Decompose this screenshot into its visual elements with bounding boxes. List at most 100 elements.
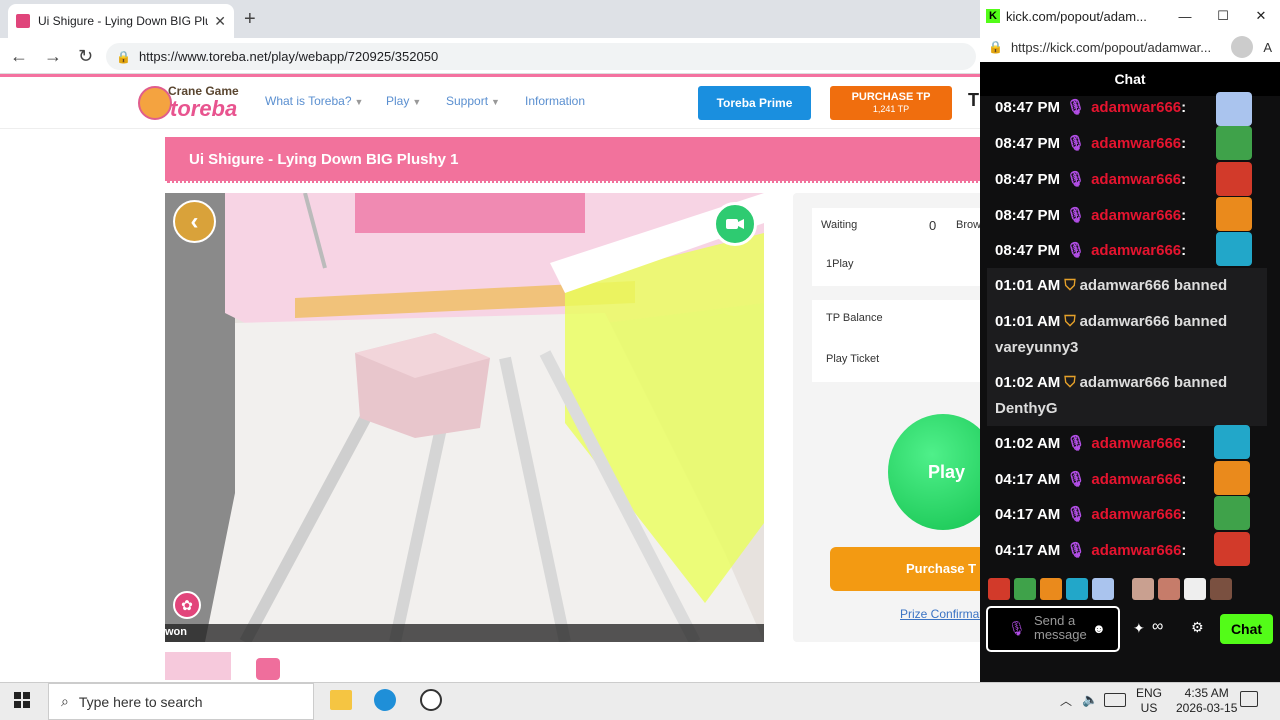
menu-support[interactable]: Support ▼ (446, 94, 500, 108)
prize-confirmation-link[interactable]: Prize Confirmati (900, 607, 985, 621)
read-aloud-icon[interactable]: A (1263, 40, 1272, 55)
chat-message: 04:17 AM 🎙 adamwar666: (995, 471, 1187, 488)
header-truncated-letter: T (968, 90, 979, 110)
purchase-tp-button[interactable]: Purchase T (830, 547, 990, 591)
back-button[interactable]: ‹ (173, 200, 216, 243)
emoji-picker-icon[interactable]: ☻ (1092, 622, 1106, 636)
chat-message: 08:47 PM 🎙 adamwar666: (995, 207, 1187, 224)
address-bar[interactable]: 🔒 https://www.toreba.net/play/webapp/720… (106, 43, 976, 70)
ban-target: vareyunny3 (995, 339, 1079, 356)
microphone-icon: 🎙 (1008, 620, 1026, 636)
chat-message: 04:17 AM 🎙 adamwar666: (995, 542, 1187, 559)
emote-icon[interactable] (1040, 578, 1062, 600)
toreba-prime-button[interactable]: Toreba Prime (698, 86, 811, 120)
emote-bar (988, 578, 1248, 604)
emote-icon[interactable] (988, 578, 1010, 600)
ban-message: 01:02 AM ⛉ adamwar666 banned (995, 374, 1228, 391)
camera-switch-button[interactable] (713, 202, 757, 246)
minimize-icon[interactable]: — (1166, 9, 1204, 24)
chat-input-placeholder: Send a message (1034, 613, 1087, 642)
microphone-badge-icon: 🎙 (1066, 471, 1086, 488)
chevron-down-icon: ▼ (412, 97, 422, 107)
chat-message: 01:02 AM 🎙 adamwar666: (995, 435, 1187, 452)
emote-icon[interactable] (1184, 578, 1206, 600)
emote-icon[interactable] (1132, 578, 1154, 600)
moderator-shield-icon: ⛉ (1064, 374, 1076, 391)
chat-header: Chat (980, 62, 1280, 96)
waiting-label: Waiting (821, 219, 858, 231)
chat-address-bar[interactable]: 🔒 https://kick.com/popout/adamwar... A (980, 32, 1280, 62)
toreba-favicon-icon (16, 14, 30, 28)
emote-icon[interactable] (1092, 578, 1114, 600)
file-explorer-icon[interactable] (330, 690, 352, 710)
forward-arrow-icon[interactable]: → (44, 46, 62, 67)
ban-message: 01:01 AM ⛉ adamwar666 banned (995, 313, 1228, 330)
menu-what-is-toreba[interactable]: What is Toreba? ▼ (265, 94, 363, 108)
close-tab-icon[interactable]: ✕ (214, 13, 226, 30)
back-arrow-icon[interactable]: ← (10, 46, 28, 67)
obs-studio-icon[interactable] (420, 689, 442, 711)
input-language[interactable]: ENG US (1136, 686, 1162, 716)
browser-tab[interactable]: Ui Shigure - Lying Down BIG Plush ✕ (8, 4, 234, 38)
microphone-badge-icon: 🎙 (1066, 435, 1086, 452)
chat-message-input[interactable]: 🎙 Send a message ☻ (986, 606, 1120, 652)
edge-browser-icon[interactable] (374, 689, 396, 711)
chat-message: 08:47 PM 🎙 adamwar666: (995, 171, 1187, 188)
ban-message: 01:01 AM ⛉ adamwar666 banned (995, 277, 1228, 294)
tp-amount: 1,241 TP (872, 104, 910, 114)
prize-title: Ui Shigure - Lying Down BIG Plushy 1 (165, 137, 980, 183)
purchase-tp-header-button[interactable]: PURCHASE TP 1,241 TP (830, 86, 952, 120)
tracking-prevention-icon[interactable] (1231, 36, 1254, 58)
toreba-logo[interactable]: Crane Game toreba (138, 84, 242, 122)
microphone-badge-icon: 🎙 (1066, 99, 1086, 116)
won-ticker: won (165, 624, 764, 642)
settings-button[interactable]: ✿ (173, 591, 201, 619)
chat-settings-gear-icon[interactable]: ⚙ (1191, 619, 1204, 636)
notifications-icon[interactable] (1240, 691, 1258, 707)
close-window-icon[interactable]: ✕ (1242, 8, 1280, 24)
send-chat-button[interactable]: Chat (1220, 614, 1273, 644)
extensions-icon[interactable]: ✦ (1133, 620, 1145, 637)
volume-icon[interactable]: 🔈 (1082, 692, 1098, 708)
emote-icon[interactable] (1066, 578, 1088, 600)
moderator-shield-icon: ⛉ (1064, 277, 1076, 294)
taskbar-search-box[interactable]: ⌕ Type here to search (48, 683, 314, 720)
crane-video-feed (165, 193, 764, 642)
reload-icon[interactable]: ↻ (78, 46, 93, 67)
maximize-icon[interactable]: ☐ (1204, 8, 1242, 24)
infinity-icon[interactable]: ∞ (1152, 618, 1163, 636)
prize-thumbnail[interactable] (165, 652, 231, 680)
windows-start-icon[interactable] (14, 692, 30, 708)
microphone-badge-icon: 🎙 (1066, 171, 1086, 188)
keyboard-icon[interactable] (1104, 693, 1126, 707)
prize-thumbnail-icon[interactable] (256, 658, 280, 680)
tp-balance-label: TP Balance (826, 312, 883, 324)
emote-icon[interactable] (1158, 578, 1180, 600)
new-tab-icon[interactable]: + (244, 8, 256, 31)
emote-icon[interactable] (1014, 578, 1036, 600)
camera-icon (726, 219, 744, 229)
menu-play[interactable]: Play ▼ (386, 94, 421, 108)
chat-window-titlebar: K kick.com/popout/adam... — ☐ ✕ (980, 0, 1280, 32)
emote-icon (1216, 162, 1252, 196)
queue-card: Waiting 0 Brow 1Play (812, 208, 981, 286)
chat-window-title: kick.com/popout/adam... (1006, 8, 1147, 24)
emote-icon (1216, 197, 1252, 231)
chevron-up-icon[interactable]: ︿ (1060, 692, 1072, 709)
microphone-badge-icon: 🎙 (1066, 207, 1086, 224)
emote-icon[interactable] (1210, 578, 1232, 600)
menu-information[interactable]: Information (525, 94, 585, 108)
chat-message: 08:47 PM 🎙 adamwar666: (995, 242, 1187, 259)
microphone-badge-icon: 🎙 (1066, 135, 1086, 152)
gear-icon: ✿ (181, 596, 193, 613)
emote-icon (1214, 461, 1250, 495)
chat-message: 08:47 PM 🎙 adamwar666: (995, 135, 1187, 152)
microphone-badge-icon: 🎙 (1066, 542, 1086, 559)
taskbar-clock[interactable]: 4:35 AM 2026-03-15 (1176, 686, 1237, 716)
emote-icon (1214, 425, 1250, 459)
lock-icon: 🔒 (988, 40, 1003, 54)
lock-icon: 🔒 (116, 49, 131, 64)
emote-icon (1214, 532, 1250, 566)
url-text: https://www.toreba.net/play/webapp/72092… (138, 49, 439, 64)
search-icon: ⌕ (61, 693, 69, 709)
